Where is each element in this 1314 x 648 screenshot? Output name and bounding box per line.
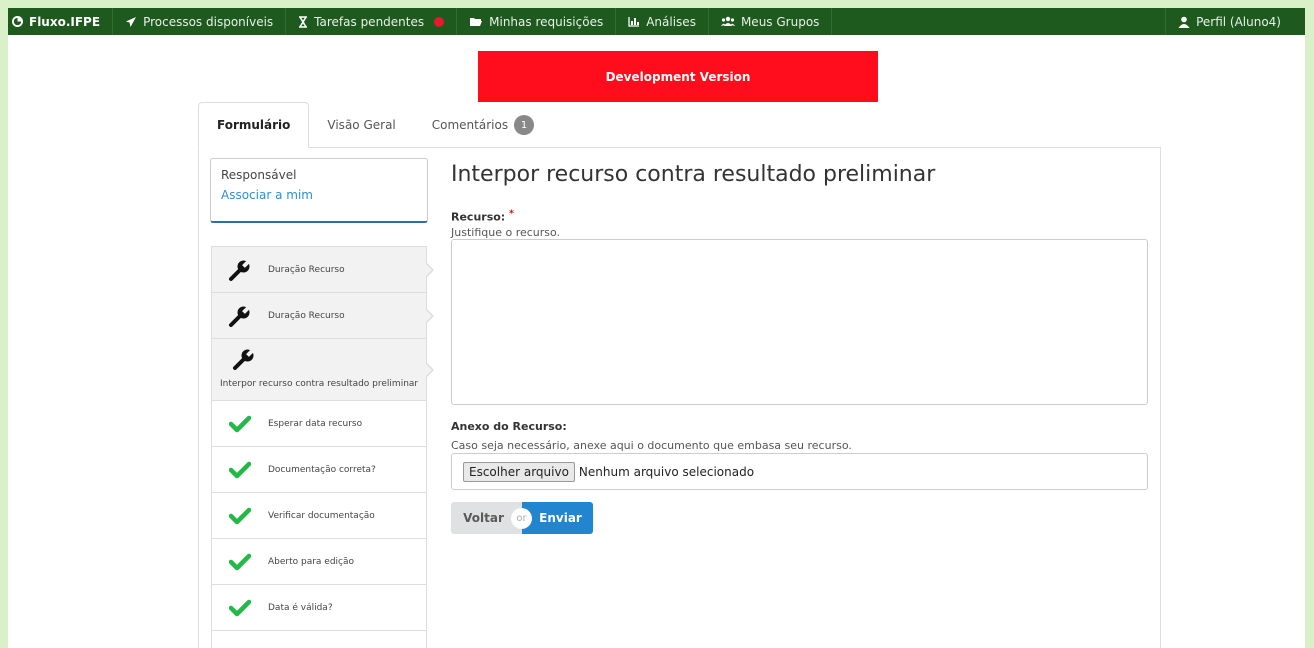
workflow-steps: Duração Recurso Duração Recurso Interpor… — [211, 246, 434, 648]
anexo-help: Caso seja necessário, anexe aqui o docum… — [451, 439, 852, 452]
step-item[interactable]: Duração Recurso — [211, 292, 434, 338]
nav-label: Tarefas pendentes — [314, 14, 425, 29]
step-item[interactable]: Esperar data recurso — [211, 400, 427, 446]
step-label: Documentação correta? — [268, 464, 376, 475]
development-banner: Development Version — [478, 51, 878, 102]
check-icon — [212, 507, 268, 525]
wrench-icon — [212, 304, 268, 328]
tab-comentarios[interactable]: Comentários 1 — [414, 102, 552, 148]
nav-label: Análises — [646, 14, 696, 29]
step-item[interactable]: Verificar documentação — [211, 492, 427, 538]
recurso-label-text: Recurso: — [451, 210, 506, 224]
nav-label: Minhas requisições — [489, 14, 604, 29]
required-marker: * — [509, 208, 514, 219]
hourglass-icon — [299, 15, 308, 28]
recurso-help: Justifique o recurso. — [451, 226, 561, 239]
nav-profile[interactable]: Perfil (Aluno4) — [1165, 8, 1305, 35]
action-buttons: Voltar Enviar or — [451, 502, 593, 534]
choose-file-button[interactable]: Escolher arquivo — [463, 461, 575, 482]
nav-grupos[interactable]: Meus Grupos — [709, 8, 833, 35]
recurso-label: Recurso: * — [451, 208, 514, 224]
nav-analises[interactable]: Análises — [616, 8, 709, 35]
step-label: Verificar documentação — [268, 510, 375, 521]
tab-bar: Formulário Visão Geral Comentários 1 — [198, 102, 552, 148]
nav-tarefas[interactable]: Tarefas pendentes — [286, 8, 458, 35]
user-icon — [1178, 16, 1190, 28]
step-arrow — [425, 361, 434, 378]
tab-formulario[interactable]: Formulário — [198, 102, 310, 148]
nav-requisicoes[interactable]: Minhas requisições — [457, 8, 617, 35]
tab-label: Formulário — [217, 118, 291, 132]
step-item[interactable]: Duração Recurso — [211, 246, 434, 292]
or-separator: or — [511, 508, 532, 529]
logo-icon — [12, 16, 23, 27]
wrench-icon — [232, 347, 256, 371]
check-icon — [212, 461, 268, 479]
step-arrow — [425, 307, 434, 324]
top-navbar: Fluxo.IFPE Processos disponíveis Tarefas… — [8, 8, 1305, 35]
file-status: Nenhum arquivo selecionado — [578, 464, 755, 479]
step-item[interactable]: Data é válida? — [211, 584, 427, 630]
form-title: Interpor recurso contra resultado prelim… — [451, 162, 936, 187]
step-item[interactable]: Documentação correta? — [211, 446, 427, 492]
wrench-icon — [212, 258, 268, 282]
folder-open-icon — [470, 18, 483, 26]
responsavel-box: Responsável Associar a mim — [210, 158, 428, 223]
content-panel: Responsável Associar a mim Duração Recur… — [198, 147, 1161, 648]
bar-chart-icon — [628, 17, 640, 27]
step-item-partial[interactable] — [211, 630, 427, 648]
recurso-textarea[interactable] — [451, 239, 1148, 405]
file-input[interactable]: Escolher arquivo Nenhum arquivo selecion… — [451, 453, 1148, 490]
app-frame: Fluxo.IFPE Processos disponíveis Tarefas… — [8, 8, 1305, 648]
check-icon — [212, 553, 268, 571]
check-icon — [212, 415, 268, 433]
step-label: Data é válida? — [268, 602, 333, 613]
nav-label: Meus Grupos — [740, 14, 820, 29]
submit-button[interactable]: Enviar — [522, 502, 593, 534]
step-label: Interpor recurso contra resultado prelim… — [220, 379, 419, 389]
tab-visao-geral[interactable]: Visão Geral — [309, 102, 413, 148]
nav-processos[interactable]: Processos disponíveis — [113, 8, 287, 35]
step-arrow — [425, 261, 434, 278]
profile-label: Perfil (Aluno4) — [1196, 14, 1281, 29]
comment-count-badge: 1 — [514, 115, 535, 135]
step-item-current[interactable]: Interpor recurso contra resultado prelim… — [211, 338, 434, 400]
step-label: Aberto para edição — [268, 556, 355, 567]
users-icon — [720, 16, 735, 26]
nav-label: Processos disponíveis — [143, 14, 274, 29]
tab-label: Visão Geral — [327, 118, 396, 132]
step-label: Duração Recurso — [268, 310, 345, 321]
responsavel-label: Responsável — [221, 168, 297, 182]
brand-label: Fluxo.IFPE — [29, 14, 101, 29]
check-icon — [212, 599, 268, 617]
tab-label: Comentários — [431, 118, 509, 132]
step-item[interactable]: Aberto para edição — [211, 538, 427, 584]
step-label: Esperar data recurso — [268, 418, 363, 429]
assign-to-me-link[interactable]: Associar a mim — [221, 188, 417, 202]
pending-indicator — [434, 16, 445, 27]
brand-link[interactable]: Fluxo.IFPE — [8, 8, 114, 35]
anexo-label: Anexo do Recurso: — [451, 420, 567, 433]
step-label: Duração Recurso — [268, 264, 345, 275]
paper-plane-icon — [126, 16, 137, 27]
